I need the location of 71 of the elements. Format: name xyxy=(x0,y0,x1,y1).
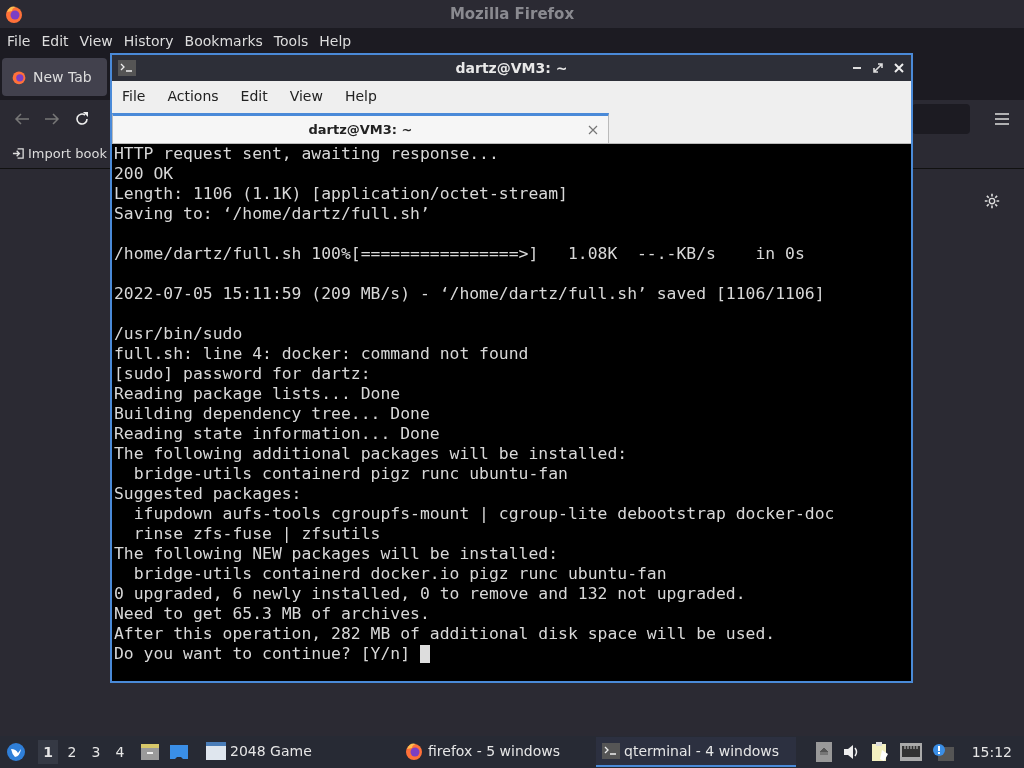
firefox-icon xyxy=(404,741,424,761)
forward-icon[interactable] xyxy=(44,112,60,126)
window-icon xyxy=(206,742,226,760)
output-line: rinse zfs-fuse | zfsutils xyxy=(132,524,381,544)
desktop-switch[interactable]: 3 xyxy=(86,740,106,764)
desktop-switch[interactable]: 2 xyxy=(62,740,82,764)
taskbar-button[interactable]: firefox - 5 windows xyxy=(398,737,588,767)
menu-item[interactable]: Help xyxy=(344,88,377,104)
taskbar-button[interactable]: 2048 Game xyxy=(200,737,390,767)
desktop-switch[interactable]: 4 xyxy=(110,740,130,764)
output-line: Saving to: ‘/home/dartz/full.sh’ xyxy=(114,204,430,224)
output-line: After this operation, 282 MB of additional disk space will be used. xyxy=(114,624,776,644)
start-menu-icon[interactable] xyxy=(6,742,26,762)
output-line: /usr/bin/sudo xyxy=(114,324,243,344)
back-icon[interactable] xyxy=(14,112,30,126)
desktop-switch[interactable]: 1 xyxy=(38,740,58,764)
menu-item[interactable]: File xyxy=(122,88,146,104)
menu-item[interactable]: Edit xyxy=(41,33,69,49)
output-line: [sudo] password for dartz: xyxy=(114,364,371,384)
output-line: Do you want to continue? [Y/n] xyxy=(114,644,412,664)
network-icon[interactable] xyxy=(899,743,922,761)
output-line: 2022-07-05 15:11:59 (209 MB/s) - ‘/home/dartz/full.sh’ saved [1106/1106] xyxy=(114,284,825,304)
output-line: bridge-utils containerd pigz runc ubuntu-fan xyxy=(132,464,568,484)
browser-tab[interactable]: New Tab xyxy=(2,58,107,96)
menu-item[interactable]: Actions xyxy=(167,88,219,104)
speaker-icon[interactable] xyxy=(841,743,860,761)
import-bookmarks-link[interactable]: Import book xyxy=(12,145,107,161)
terminal-icon xyxy=(118,60,136,76)
output-line: Suggested packages: xyxy=(114,484,302,504)
output-line: Reading state information... Done xyxy=(114,424,440,444)
firefox-icon xyxy=(11,69,27,85)
menu-item[interactable]: File xyxy=(7,33,31,49)
file-cabinet-icon[interactable] xyxy=(140,742,160,762)
eject-icon[interactable] xyxy=(815,742,832,762)
output-line: The following additional packages will be installed: xyxy=(114,444,628,464)
output-line: full.sh: line 4: docker: command not found xyxy=(114,344,529,364)
menu-item[interactable]: View xyxy=(289,88,323,104)
terminal-tab[interactable]: dartz@VM3: ~ xyxy=(112,113,609,143)
menu-icon[interactable] xyxy=(994,112,1010,126)
output-line: 0 upgraded, 6 newly installed, 0 to remove and 132 not upgraded. xyxy=(114,584,746,604)
menu-item[interactable]: Edit xyxy=(240,88,268,104)
terminal-icon xyxy=(602,743,620,759)
folder-icon[interactable] xyxy=(169,742,189,762)
menu-item[interactable]: View xyxy=(79,33,113,49)
output-line: /home/dartz/full.sh 100%[================>] 1.08K --.-KB/s in 0s xyxy=(114,244,805,264)
notification-icon[interactable] xyxy=(931,743,954,761)
clock: 15:12 xyxy=(971,744,1012,760)
maximize-icon[interactable] xyxy=(872,62,884,74)
output-line: Length: 1106 (1.1K) [application/octet-stream] xyxy=(114,184,568,204)
window-title: dartz@VM3: ~ xyxy=(455,60,568,76)
firefox-icon xyxy=(4,4,24,24)
import-icon xyxy=(12,146,25,160)
output-line: bridge-utils containerd docker.io pigz runc ubuntu-fan xyxy=(132,564,667,584)
output-line: HTTP request sent, awaiting response... xyxy=(114,144,499,164)
taskbar-button[interactable]: qterminal - 4 windows xyxy=(596,737,796,767)
menu-item[interactable]: Help xyxy=(319,33,352,49)
output-line: 200 OK xyxy=(114,164,174,184)
window-title: Mozilla Firefox xyxy=(449,5,575,23)
address-field[interactable] xyxy=(912,104,970,134)
text-cursor xyxy=(419,645,430,663)
menu-item[interactable]: Tools xyxy=(273,33,309,49)
output-line: Need to get 65.3 MB of archives. xyxy=(114,604,430,624)
notes-icon[interactable] xyxy=(869,742,890,762)
settings-icon[interactable] xyxy=(983,192,1001,210)
menu-item[interactable]: History xyxy=(123,33,174,49)
reload-icon[interactable] xyxy=(74,111,90,127)
output-line: Reading package lists... Done xyxy=(114,384,401,404)
output-line: Building dependency tree... Done xyxy=(114,404,430,424)
output-line: The following NEW packages will be installed: xyxy=(114,544,559,564)
output-line: ifupdown aufs-tools cgroupfs-mount | cgroup-lite debootstrap docker-doc xyxy=(132,504,835,524)
menu-item[interactable]: Bookmarks xyxy=(184,33,263,49)
